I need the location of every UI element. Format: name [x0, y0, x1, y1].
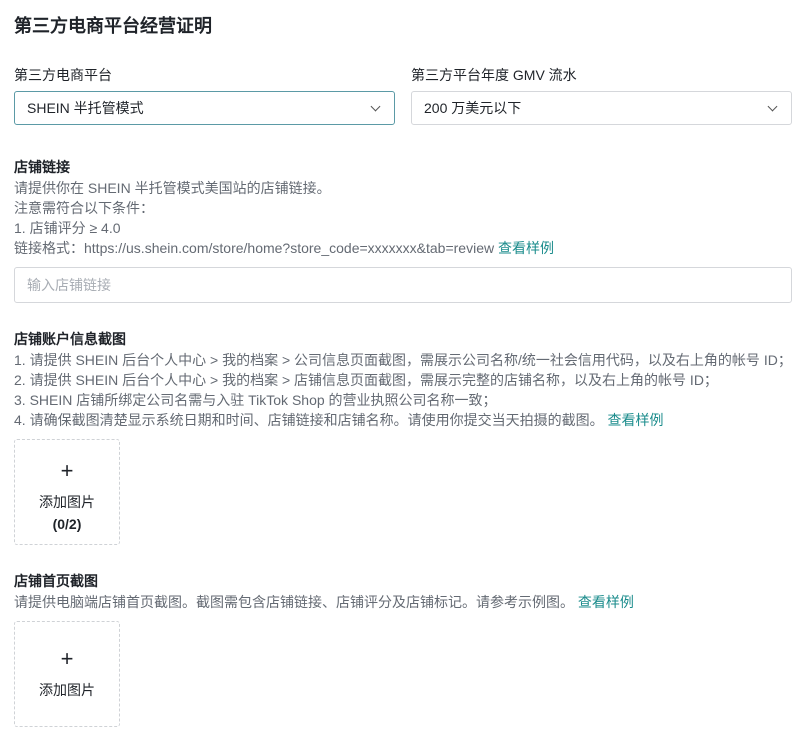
homepage-screenshot-title: 店铺首页截图 — [14, 573, 98, 589]
account-screenshot-line-text: 4. 请确保截图清楚显示系统日期和时间、店铺链接和店铺名称。请使用你提交当天拍摄… — [14, 412, 604, 428]
gmv-label: 第三方平台年度 GMV 流水 — [411, 67, 577, 83]
upload-label: 添加图片 — [39, 494, 95, 510]
page: 第三方电商平台经营证明 第三方电商平台 SHEIN 半托管模式 第三方平台年度 … — [0, 0, 812, 737]
store-link-line: 1. 店铺评分 ≥ 4.0 — [14, 220, 121, 236]
homepage-screenshot-upload-button[interactable]: + 添加图片 — [14, 621, 120, 727]
account-screenshot-line: 4. 请确保截图清楚显示系统日期和时间、店铺链接和店铺名称。请使用你提交当天拍摄… — [14, 410, 792, 430]
account-screenshot-example-link[interactable]: 查看样例 — [607, 412, 663, 428]
store-link-line: 链接格式：https://us.shein.com/store/home?sto… — [14, 238, 554, 258]
platform-label: 第三方电商平台 — [14, 67, 112, 83]
page-title: 第三方电商平台经营证明 — [14, 16, 212, 36]
upload-count: (0/2) — [52, 516, 82, 532]
store-link-description: 请提供你在 SHEIN 半托管模式美国站的店铺链接。 注意需符合以下条件： 1.… — [14, 178, 554, 258]
store-link-title: 店铺链接 — [14, 159, 70, 175]
account-screenshot-line: 3. SHEIN 店铺所绑定公司名需与入驻 TikTok Shop 的营业执照公… — [14, 392, 497, 408]
homepage-screenshot-example-link[interactable]: 查看样例 — [578, 594, 634, 610]
homepage-screenshot-description: 请提供电脑端店铺首页截图。截图需包含店铺链接、店铺评分及店铺标记。请参考示例图。… — [14, 592, 634, 612]
homepage-screenshot-text: 请提供电脑端店铺首页截图。截图需包含店铺链接、店铺评分及店铺标记。请参考示例图。 — [14, 594, 574, 610]
store-link-input[interactable] — [14, 267, 792, 303]
chevron-down-icon — [370, 102, 382, 114]
plus-icon: + — [60, 458, 74, 483]
account-screenshot-title: 店铺账户信息截图 — [14, 331, 126, 347]
store-link-line: 注意需符合以下条件： — [14, 200, 154, 216]
account-screenshot-line: 2. 请提供 SHEIN 后台个人中心 > 我的档案 > 店铺信息页面截图，需展… — [14, 372, 718, 388]
platform-select[interactable]: SHEIN 半托管模式 — [14, 91, 395, 125]
store-link-example-link[interactable]: 查看样例 — [498, 240, 554, 256]
store-link-line: 请提供你在 SHEIN 半托管模式美国站的店铺链接。 — [14, 180, 331, 196]
upload-label: 添加图片 — [39, 682, 95, 698]
plus-icon: + — [60, 646, 74, 671]
account-screenshot-description: 1. 请提供 SHEIN 后台个人中心 > 我的档案 > 公司信息页面截图，需展… — [14, 350, 792, 430]
gmv-select[interactable]: 200 万美元以下 — [411, 91, 792, 125]
store-link-format-text: 链接格式：https://us.shein.com/store/home?sto… — [14, 240, 495, 256]
chevron-down-icon — [767, 102, 779, 114]
account-screenshot-line: 1. 请提供 SHEIN 后台个人中心 > 我的档案 > 公司信息页面截图，需展… — [14, 352, 792, 368]
gmv-selected-value: 200 万美元以下 — [424, 100, 522, 116]
platform-selected-value: SHEIN 半托管模式 — [27, 100, 144, 116]
account-screenshot-upload-button[interactable]: + 添加图片 (0/2) — [14, 439, 120, 545]
